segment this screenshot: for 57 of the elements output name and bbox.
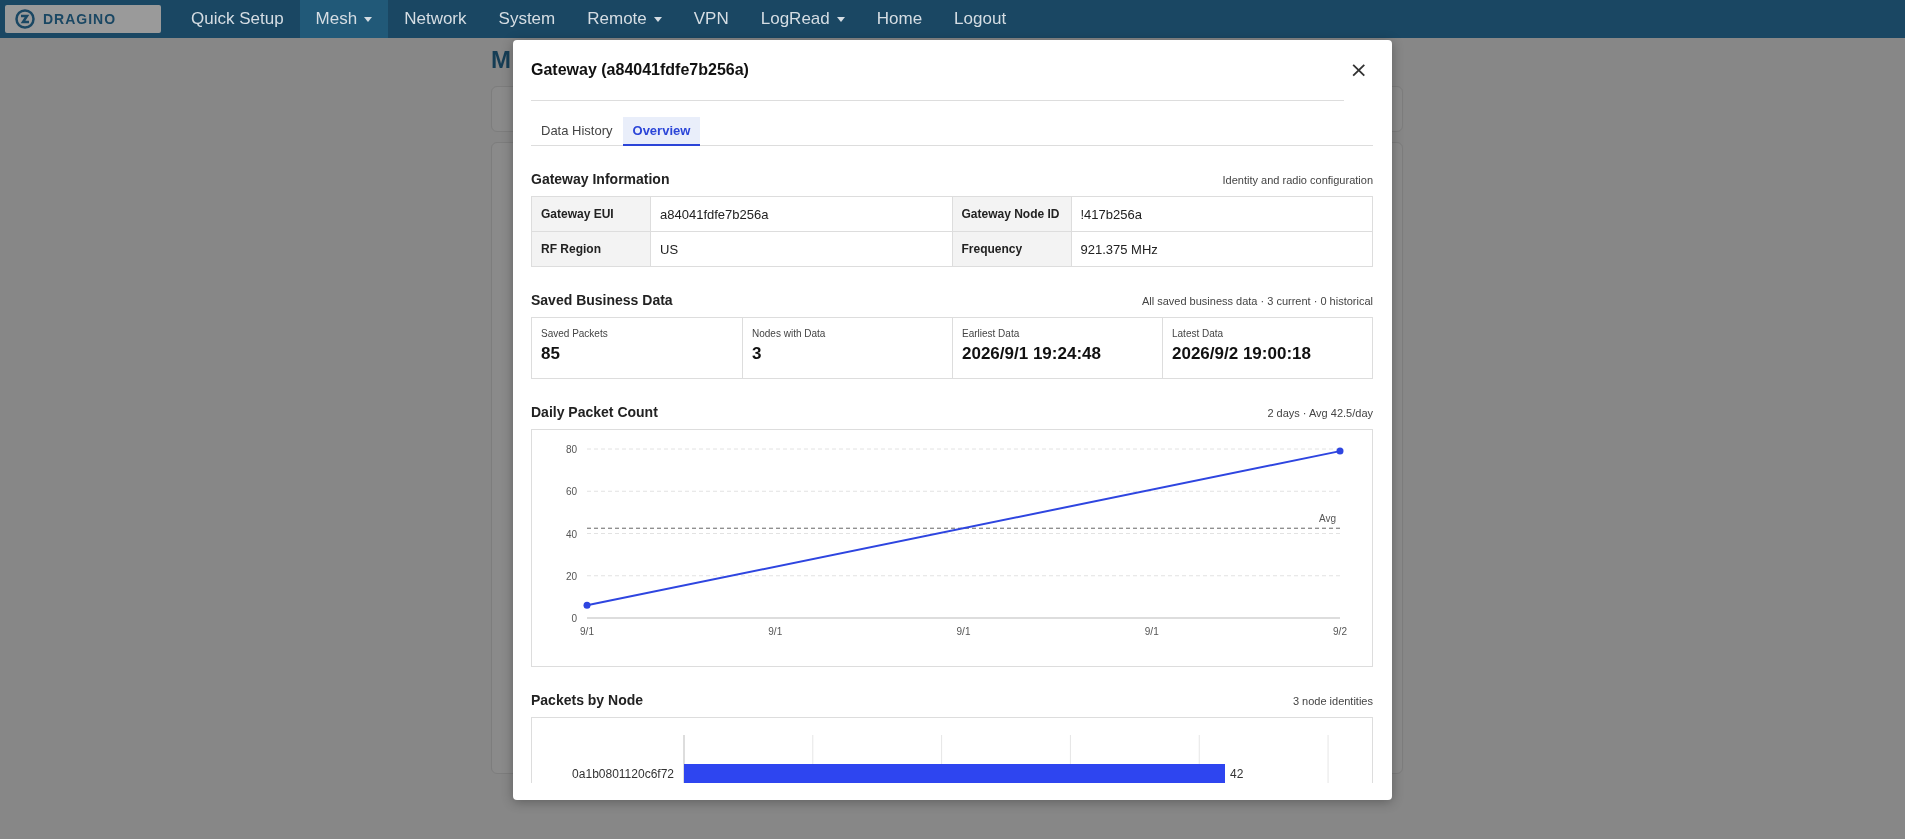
tab[interactable]: Data History	[531, 117, 623, 146]
page-heading: M	[491, 46, 511, 74]
nav-item[interactable]: LogRead	[744, 0, 861, 38]
table-cell: Frequency	[952, 231, 1071, 267]
category-label: 0a1b0801120c6f72	[572, 767, 674, 781]
nav-item[interactable]: Network	[388, 0, 483, 38]
stat-label: Nodes with Data	[752, 328, 827, 339]
nav-item[interactable]: System	[482, 0, 572, 38]
average-label: Avg	[1318, 513, 1336, 525]
nav-item[interactable]: Logout	[938, 0, 1023, 38]
stat-label: Latest Data	[1172, 328, 1225, 339]
axis-tick-label: 9/1	[956, 626, 971, 637]
stat-label: Earliest Data	[962, 328, 1021, 339]
section-title: Gateway Information	[531, 171, 670, 187]
y-axis-line	[683, 734, 685, 783]
table-cell: a84041fdfe7b256a	[650, 196, 952, 232]
section-note: 3 node identities	[1292, 695, 1373, 707]
tab[interactable]: Overview	[622, 117, 701, 146]
close-button[interactable]: ×	[1345, 59, 1372, 81]
axis-tick-label: 9/2	[1333, 626, 1347, 637]
logo-icon	[15, 9, 35, 29]
axis-tick-label: 9/1	[1144, 626, 1159, 637]
stat-label: Saved Packets	[541, 328, 609, 339]
table-cell: 921.375 MHz	[1071, 231, 1373, 267]
axis-tick-label: 80	[565, 444, 577, 455]
stat-value: 85	[541, 344, 561, 364]
stat-value: 3	[752, 344, 763, 364]
axis-tick-label: 9/1	[580, 626, 594, 637]
table-cell: !417b256a	[1071, 196, 1373, 232]
section-note: 2 days · Avg 42.5/day	[1267, 407, 1373, 419]
table-cell: RF Region	[531, 231, 651, 267]
nav-item[interactable]: Mesh	[299, 0, 389, 38]
axis-tick-label: 20	[565, 570, 577, 582]
section-note: Identity and radio configuration	[1222, 174, 1373, 186]
axis-tick-label: 60	[565, 486, 577, 498]
logo-text: DRAGINO	[43, 11, 117, 27]
table-cell: Gateway Node ID	[952, 196, 1071, 232]
section-title: Saved Business Data	[531, 292, 673, 308]
data-point	[1336, 447, 1344, 455]
section-note: All saved business data · 3 current · 0 historical	[1141, 295, 1373, 307]
table-cell: US	[650, 231, 952, 267]
stat-value: 2026/9/1 19:24:48	[962, 344, 1102, 364]
table-cell: Gateway EUI	[531, 196, 651, 232]
data-point	[583, 601, 591, 609]
nav-item[interactable]: VPN	[677, 0, 745, 38]
logo[interactable]: DRAGINO	[5, 5, 161, 33]
nav-item[interactable]: Remote	[571, 0, 678, 38]
axis-tick-label: 40	[565, 528, 577, 540]
modal-title: Gateway (a84041fdfe7b256a)	[531, 61, 749, 79]
nav-item[interactable]: Home	[860, 0, 939, 38]
nav-item[interactable]: Quick Setup	[175, 0, 300, 38]
stat-value: 2026/9/2 19:00:18	[1172, 344, 1312, 364]
bar-value-label: 42	[1230, 767, 1244, 781]
section-title: Packets by Node	[531, 692, 644, 708]
axis-tick-label: 0	[571, 613, 577, 624]
axis-tick-label: 9/1	[768, 626, 783, 637]
section-title: Daily Packet Count	[531, 404, 658, 420]
